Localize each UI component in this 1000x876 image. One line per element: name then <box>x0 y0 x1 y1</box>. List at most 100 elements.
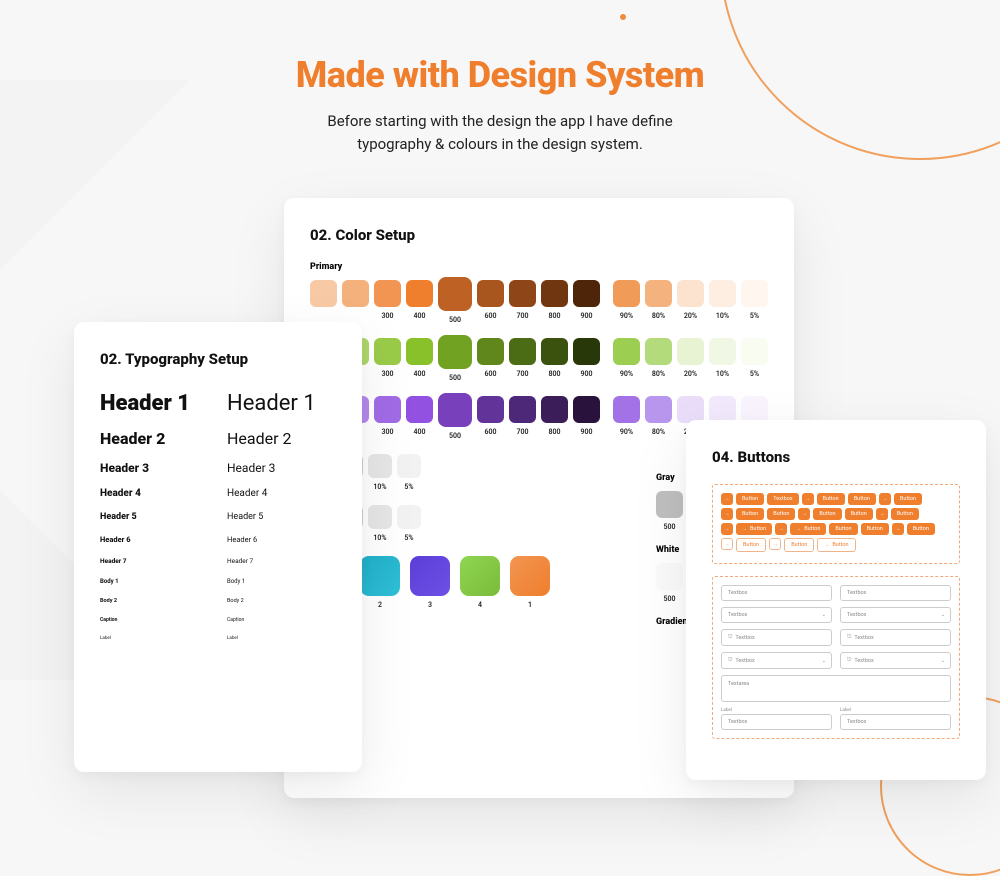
example-button[interactable]: Button <box>848 493 876 505</box>
header-5-bold: Header 5 <box>100 507 209 527</box>
example-button[interactable]: Button <box>861 523 889 535</box>
textbox-input[interactable]: Textbox <box>721 585 832 601</box>
example-button[interactable]: → <box>721 493 733 505</box>
swatch-row: 30040050060070080090090%80%20%10%5% <box>310 280 768 324</box>
example-button[interactable]: Button <box>736 508 764 520</box>
example-button[interactable]: Button <box>829 523 857 535</box>
color-swatch: 10% <box>368 505 392 542</box>
color-swatch: 500 <box>438 280 472 324</box>
arrow-right-icon: → <box>779 526 784 532</box>
example-button[interactable]: → <box>802 493 814 505</box>
color-swatch: 900 <box>573 338 600 378</box>
labeled-textbox[interactable]: Textbox <box>840 714 951 730</box>
color-swatch: 300 <box>374 396 401 436</box>
color-swatch: 500 <box>438 338 472 382</box>
example-button[interactable]: Button <box>894 493 922 505</box>
color-swatch: 10% <box>368 454 392 491</box>
textbox-icon-input[interactable]: ⎋Textbox <box>721 629 832 646</box>
caption: Caption <box>227 612 336 628</box>
example-button[interactable]: Textbox <box>767 493 798 505</box>
textbox-dropdown[interactable]: Textbox⌄ <box>840 607 951 623</box>
color-swatch: 20% <box>677 338 704 378</box>
arrow-right-icon: → <box>879 511 884 517</box>
example-button[interactable]: Button <box>736 538 766 552</box>
example-button[interactable]: Button <box>736 493 764 505</box>
color-swatch: 500 <box>656 491 683 531</box>
example-button[interactable]: →Button <box>817 538 855 552</box>
caption-bold: Caption <box>100 612 209 628</box>
header-7-bold: Header 7 <box>100 552 209 570</box>
color-swatch: 400 <box>406 280 433 320</box>
example-button[interactable]: → <box>798 508 810 520</box>
example-button[interactable]: Button <box>813 508 841 520</box>
example-button[interactable]: Button <box>891 508 919 520</box>
color-card-title: 02. Color Setup <box>310 226 768 244</box>
user-icon: ⎋ <box>847 657 851 664</box>
example-button[interactable]: →Button <box>790 523 826 535</box>
textbox-icon-dropdown[interactable]: ⎋Textbox⌄ <box>840 652 951 669</box>
chevron-down-icon: ⌄ <box>941 658 945 664</box>
color-swatch: 700 <box>509 396 536 436</box>
header-3-bold: Header 3 <box>100 456 209 480</box>
header-7: Header 7 <box>227 552 336 570</box>
color-swatch: 900 <box>573 396 600 436</box>
textbox-icon-dropdown[interactable]: ⎋Textbox⌄ <box>721 652 832 669</box>
label: Label <box>227 631 336 646</box>
color-swatch <box>310 280 337 307</box>
typography-card-title: 02. Typography Setup <box>100 350 336 368</box>
arrow-right-icon: → <box>773 541 778 547</box>
example-button[interactable]: → <box>721 508 733 520</box>
example-button[interactable]: → <box>775 523 787 535</box>
example-button[interactable]: Button <box>784 538 814 552</box>
color-swatch: 80% <box>645 338 672 378</box>
gradient-swatch: 3 <box>410 556 450 609</box>
example-button[interactable]: → <box>892 523 904 535</box>
example-button[interactable]: → <box>876 508 888 520</box>
header-5: Header 5 <box>227 507 336 527</box>
color-swatch: 400 <box>406 338 433 378</box>
primary-label: Primary <box>310 262 768 272</box>
textarea-input[interactable]: Textarea <box>721 675 951 702</box>
arrow-right-icon: → <box>882 496 887 502</box>
textbox-icon-input[interactable]: ⎋Textbox <box>840 629 951 646</box>
color-swatch: 600 <box>477 280 504 320</box>
color-swatch: 500 <box>438 396 472 440</box>
color-swatch: 90% <box>613 396 640 436</box>
color-swatch: 900 <box>573 280 600 320</box>
example-button[interactable]: → <box>879 493 891 505</box>
color-swatch: 600 <box>477 338 504 378</box>
typography-setup-card: 02. Typography Setup Header 1 Header 2 H… <box>74 322 362 772</box>
color-swatch: 300 <box>374 338 401 378</box>
example-button[interactable]: → <box>721 523 733 535</box>
textbox-dropdown[interactable]: Textbox⌄ <box>721 607 832 623</box>
field-label: Label <box>721 708 832 713</box>
example-button[interactable]: Button <box>845 508 873 520</box>
example-button[interactable]: Button <box>907 523 935 535</box>
color-swatch: 400 <box>406 396 433 436</box>
example-button[interactable]: → <box>769 538 781 550</box>
example-button[interactable]: Button <box>767 508 795 520</box>
buttons-card-title: 04. Buttons <box>712 448 960 466</box>
color-swatch: 90% <box>613 280 640 320</box>
gradient-swatch: 2 <box>360 556 400 609</box>
example-button[interactable]: → <box>721 538 733 550</box>
color-swatch: 90% <box>613 338 640 378</box>
input-group: Textbox Textbox Textbox⌄ Textbox⌄ ⎋Textb… <box>712 576 960 739</box>
header-6: Header 6 <box>227 530 336 549</box>
color-swatch: 800 <box>541 338 568 378</box>
labeled-textbox[interactable]: Textbox <box>721 714 832 730</box>
decorative-dot <box>620 14 626 20</box>
example-button[interactable]: →Button <box>736 523 772 535</box>
arrow-right-icon: → <box>796 526 801 532</box>
user-icon: ⎋ <box>728 634 732 641</box>
body-2: Body 2 <box>227 593 336 609</box>
textbox-input[interactable]: Textbox <box>840 585 951 601</box>
color-swatch: 80% <box>645 396 672 436</box>
color-swatch: 5% <box>397 505 421 542</box>
header-2: Header 2 <box>227 424 336 453</box>
chevron-down-icon: ⌄ <box>941 612 945 618</box>
header-4-bold: Header 4 <box>100 483 209 504</box>
example-button[interactable]: Button <box>817 493 845 505</box>
chevron-down-icon: ⌄ <box>822 658 826 664</box>
color-swatch <box>342 280 369 307</box>
